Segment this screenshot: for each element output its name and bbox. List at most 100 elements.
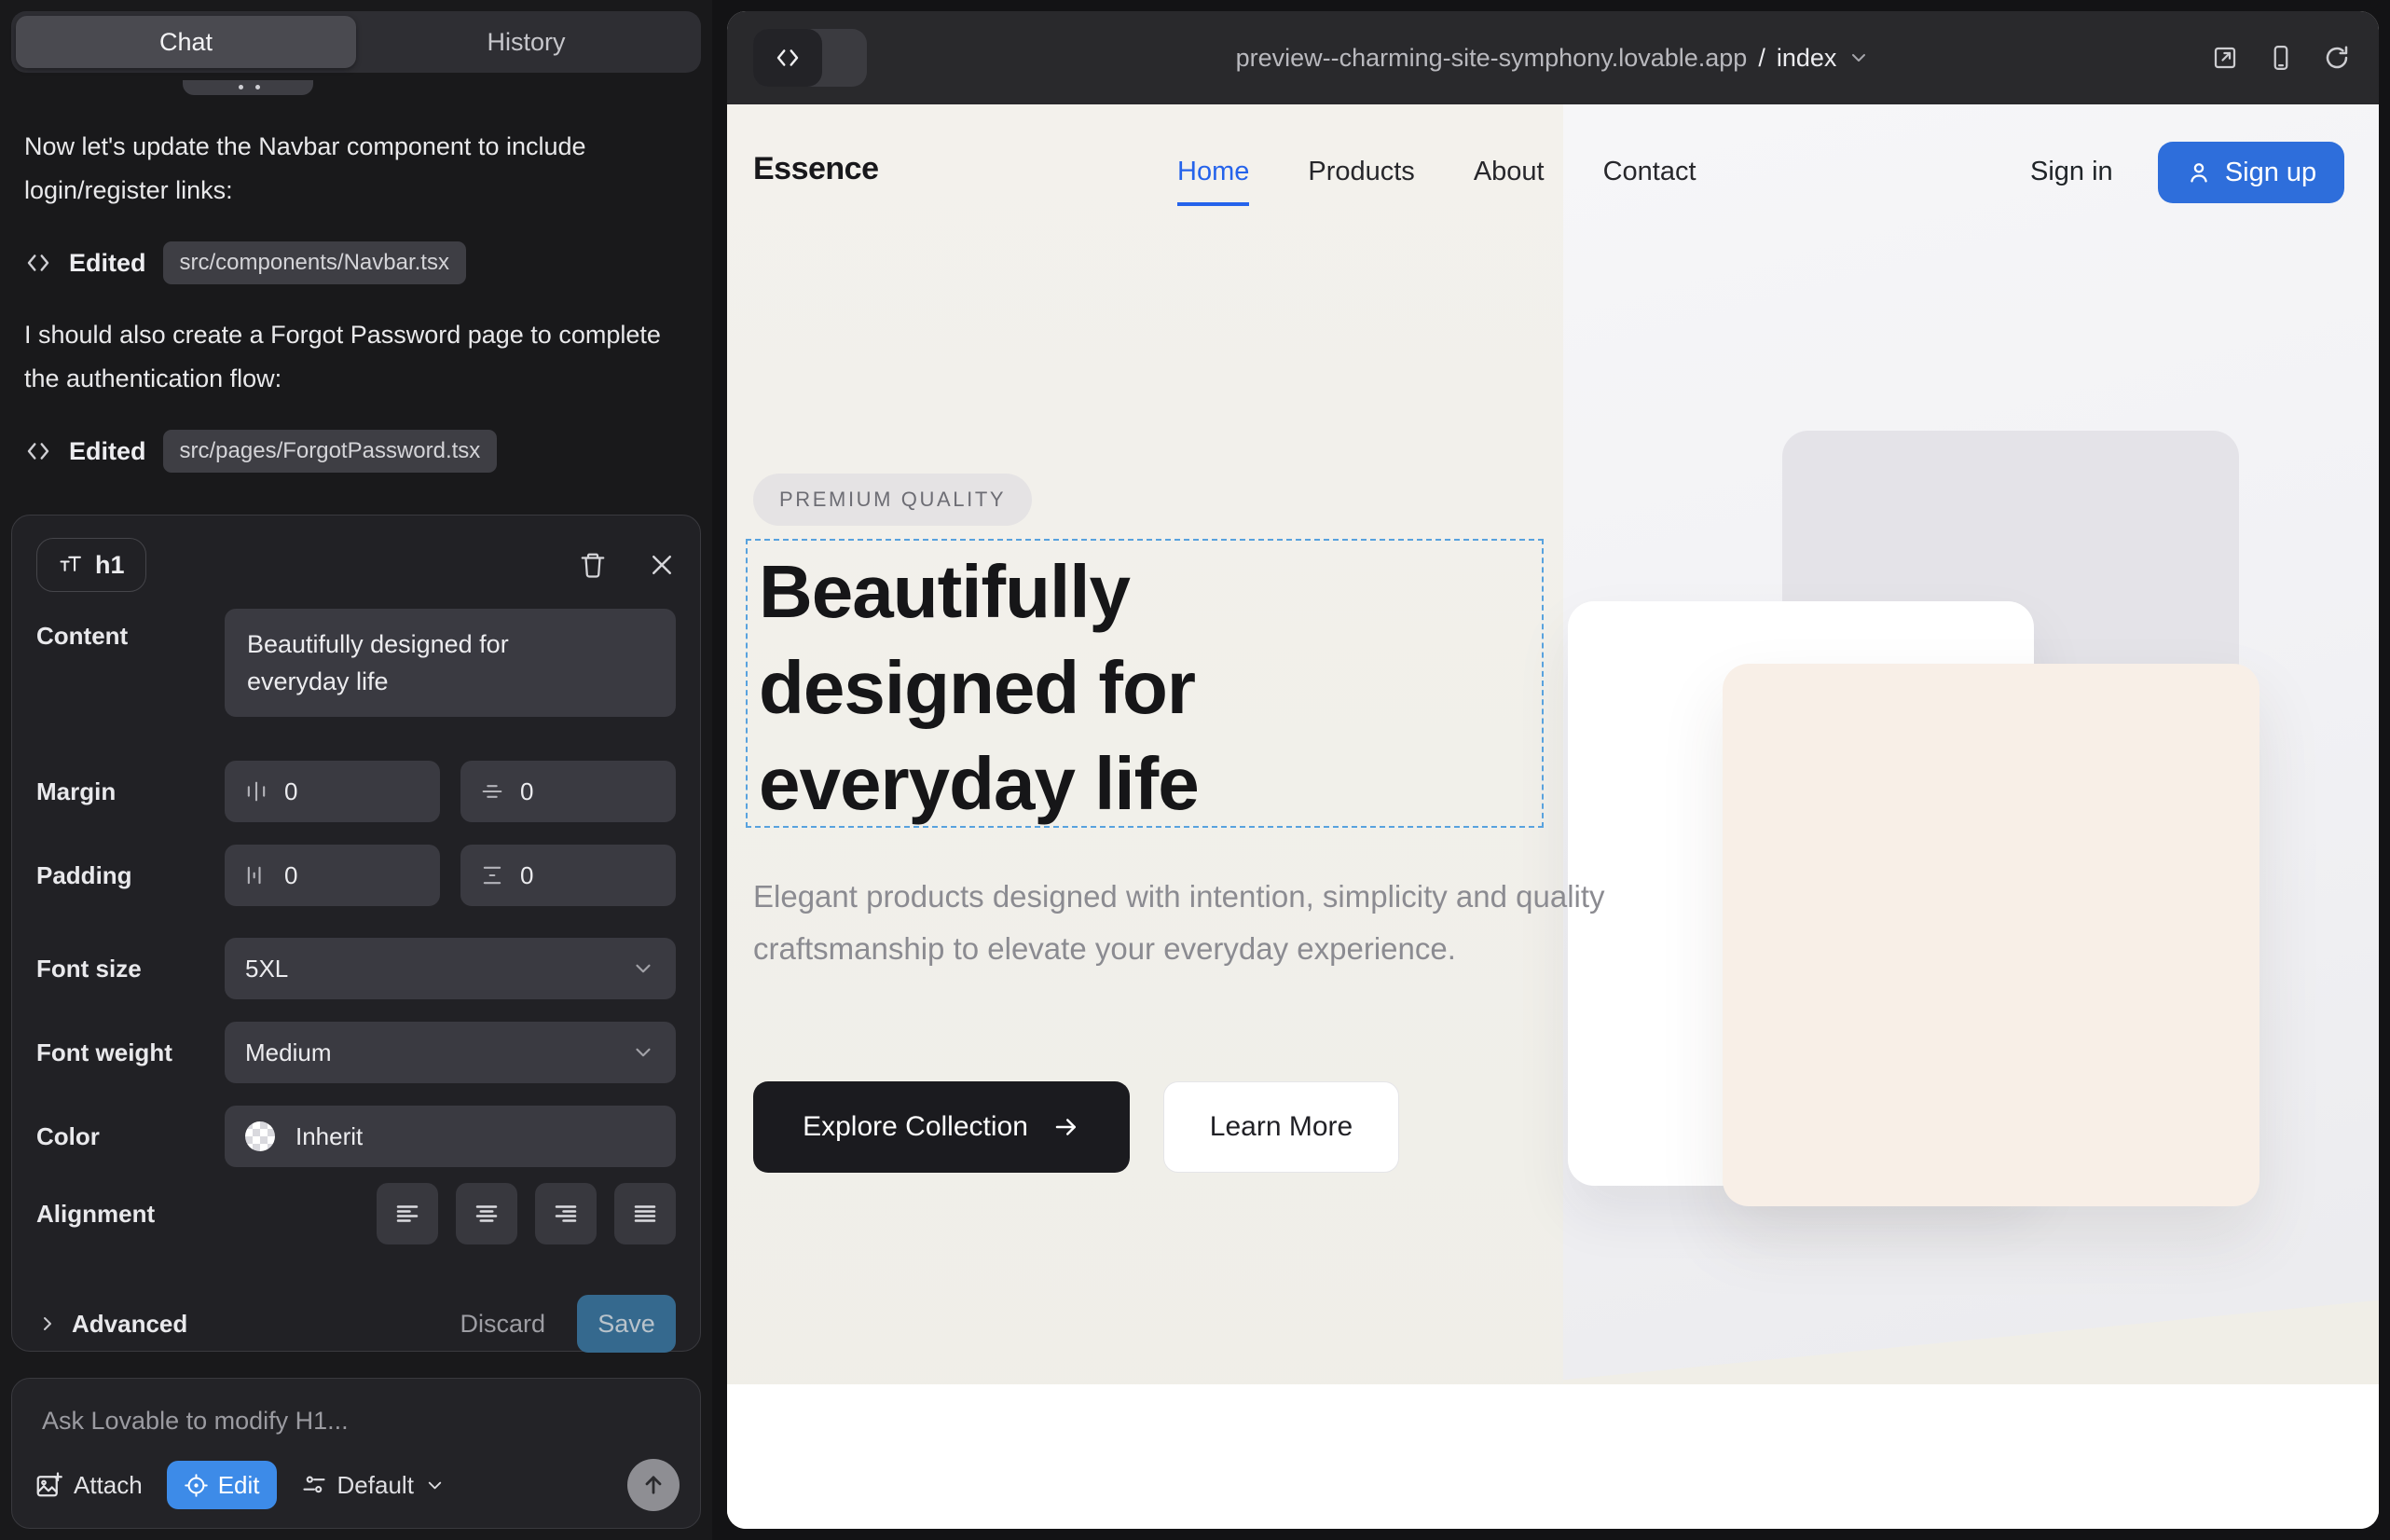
- margin-label: Margin: [36, 777, 225, 806]
- refresh-icon: [2323, 44, 2351, 72]
- edited-file-row: Edited src/pages/ForgotPassword.tsx: [24, 429, 497, 474]
- sign-in-link[interactable]: Sign in: [2030, 157, 2113, 187]
- color-label: Color: [36, 1122, 225, 1151]
- color-select[interactable]: Inherit: [225, 1106, 676, 1167]
- site-navbar: Essence Home Products About Contact Sign…: [727, 104, 2379, 235]
- delete-element-button[interactable]: [579, 551, 607, 579]
- padding-y-input[interactable]: 0: [460, 845, 676, 906]
- attach-label: Attach: [74, 1471, 143, 1500]
- code-icon: [24, 437, 52, 465]
- padding-vertical-icon: [479, 862, 505, 888]
- chevron-right-icon: [36, 1313, 59, 1335]
- code-preview-toggle[interactable]: [753, 29, 867, 87]
- refresh-button[interactable]: [2323, 44, 2351, 72]
- explore-collection-button[interactable]: Explore Collection: [753, 1081, 1130, 1173]
- padding-label: Padding: [36, 861, 225, 890]
- file-chip[interactable]: src/pages/ForgotPassword.tsx: [163, 430, 498, 473]
- tab-chat[interactable]: Chat: [16, 16, 356, 68]
- padding-x-value: 0: [284, 861, 297, 890]
- font-weight-label: Font weight: [36, 1038, 225, 1067]
- margin-y-input[interactable]: 0: [460, 761, 676, 822]
- truncated-chip: [183, 80, 313, 95]
- hero-subtext: Elegant products designed with intention…: [753, 871, 1648, 975]
- content-input[interactable]: Beautifully designed for everyday life: [225, 609, 676, 717]
- assistant-message: Now let's update the Navbar component to…: [24, 125, 682, 213]
- nav-link-contact[interactable]: Contact: [1603, 157, 1696, 206]
- attach-button[interactable]: Attach: [34, 1471, 143, 1500]
- padding-x-input[interactable]: 0: [225, 845, 440, 906]
- padding-y-value: 0: [520, 861, 533, 890]
- selected-tag: h1: [95, 551, 125, 580]
- content-label: Content: [36, 609, 225, 651]
- explore-collection-label: Explore Collection: [803, 1111, 1028, 1143]
- align-right-button[interactable]: [535, 1183, 597, 1244]
- align-left-icon: [393, 1200, 421, 1228]
- margin-x-input[interactable]: 0: [225, 761, 440, 822]
- sign-up-button[interactable]: Sign up: [2158, 142, 2344, 203]
- align-justify-icon: [631, 1200, 659, 1228]
- align-left-button[interactable]: [377, 1183, 438, 1244]
- margin-vertical-icon: [479, 778, 505, 804]
- align-right-icon: [552, 1200, 580, 1228]
- tab-history[interactable]: History: [356, 16, 696, 68]
- default-label: Default: [337, 1471, 414, 1500]
- url-page: index: [1777, 44, 1837, 73]
- padding-horizontal-icon: [243, 862, 269, 888]
- site-canvas: Essence Home Products About Contact Sign…: [727, 104, 2379, 1529]
- code-icon: [774, 44, 802, 72]
- color-value: Inherit: [295, 1122, 363, 1151]
- send-button[interactable]: [627, 1459, 680, 1511]
- model-default-dropdown[interactable]: Default: [301, 1471, 446, 1500]
- font-size-label: Font size: [36, 955, 225, 983]
- chevron-down-icon: [424, 1475, 446, 1496]
- font-size-select[interactable]: 5XL: [225, 938, 676, 999]
- url-separator: /: [1758, 44, 1765, 73]
- margin-x-value: 0: [284, 777, 297, 806]
- edited-label: Edited: [69, 437, 146, 466]
- advanced-toggle[interactable]: Advanced: [36, 1310, 187, 1339]
- edit-mode-button[interactable]: Edit: [167, 1461, 277, 1509]
- align-justify-button[interactable]: [614, 1183, 676, 1244]
- discard-button[interactable]: Discard: [460, 1310, 545, 1339]
- url-display[interactable]: preview--charming-site-symphony.lovable.…: [1236, 44, 1871, 73]
- chevron-down-icon: [1847, 47, 1870, 69]
- font-weight-select[interactable]: Medium: [225, 1022, 676, 1083]
- external-link-icon: [2211, 44, 2239, 72]
- chat-input-container[interactable]: Ask Lovable to modify H1... Attach Edit …: [11, 1378, 701, 1529]
- code-toggle-segment[interactable]: [753, 29, 822, 87]
- decor-card-peach: [1723, 664, 2260, 1206]
- attach-image-icon: [34, 1471, 62, 1499]
- element-editor-panel: h1 Content Beautifully designed for ever…: [11, 515, 701, 1352]
- save-button[interactable]: Save: [577, 1295, 676, 1353]
- url-domain: preview--charming-site-symphony.lovable.…: [1236, 44, 1748, 73]
- mobile-view-button[interactable]: [2267, 44, 2295, 72]
- nav-link-about[interactable]: About: [1474, 157, 1545, 206]
- nav-link-home[interactable]: Home: [1177, 157, 1249, 206]
- user-icon: [2186, 159, 2212, 186]
- margin-y-value: 0: [520, 777, 533, 806]
- close-editor-button[interactable]: [648, 551, 676, 579]
- h1-selection-outline[interactable]: Beautifully designed for everyday life: [746, 539, 1544, 828]
- site-logo[interactable]: Essence: [753, 151, 879, 187]
- selected-element-badge: h1: [36, 538, 146, 592]
- edit-label: Edit: [218, 1471, 260, 1500]
- font-size-value: 5XL: [245, 955, 288, 983]
- sliders-icon: [301, 1472, 327, 1498]
- arrow-right-icon: [1052, 1113, 1080, 1141]
- open-external-button[interactable]: [2211, 44, 2239, 72]
- learn-more-label: Learn More: [1210, 1111, 1353, 1143]
- arrow-up-icon: [640, 1472, 666, 1498]
- target-icon: [184, 1473, 209, 1498]
- nav-link-products[interactable]: Products: [1308, 157, 1414, 206]
- hero-headline: Beautifully designed for everyday life: [759, 543, 1411, 832]
- trash-icon: [579, 551, 607, 579]
- lovable-side-panel: Chat History Now let's update the Navbar…: [0, 0, 712, 1540]
- file-chip[interactable]: src/components/Navbar.tsx: [163, 241, 466, 284]
- align-center-button[interactable]: [456, 1183, 517, 1244]
- code-icon: [24, 249, 52, 277]
- app: Chat History Now let's update the Navbar…: [0, 0, 2390, 1540]
- edited-file-row: Edited src/components/Navbar.tsx: [24, 241, 466, 285]
- learn-more-button[interactable]: Learn More: [1163, 1081, 1399, 1173]
- browser-bar: preview--charming-site-symphony.lovable.…: [727, 11, 2379, 104]
- chat-history-tabbar: Chat History: [11, 11, 701, 73]
